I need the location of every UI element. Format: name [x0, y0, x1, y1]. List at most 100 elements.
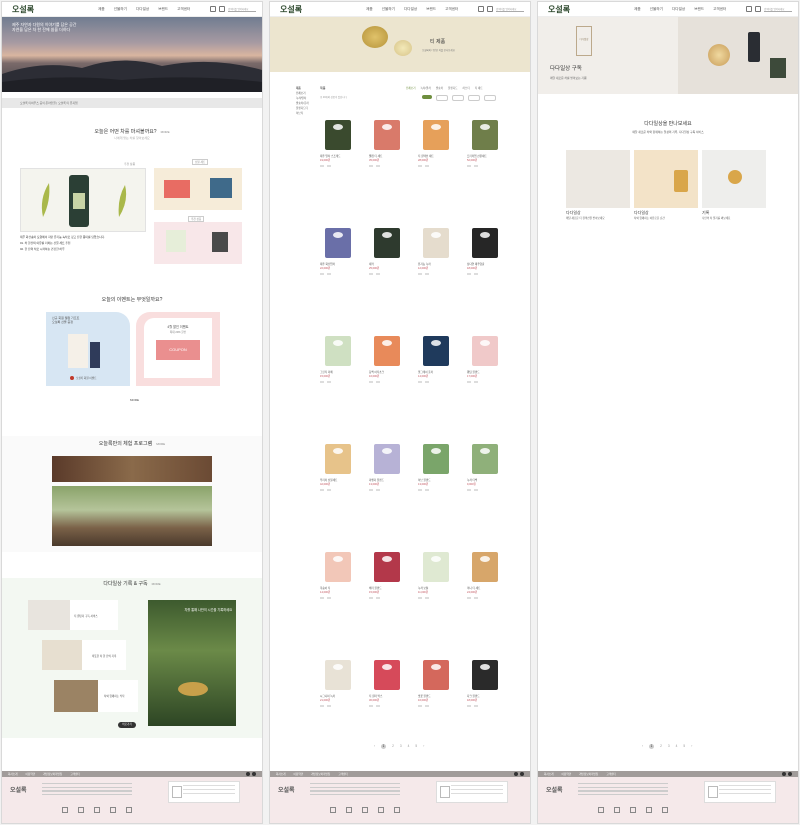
logo[interactable]: 오설록	[12, 4, 34, 15]
heart-icon[interactable]	[467, 489, 471, 492]
page-number[interactable]: 4	[408, 744, 410, 749]
product-image[interactable]	[472, 228, 498, 258]
heart-icon[interactable]	[418, 597, 422, 600]
footer-link[interactable]: 이용약관	[26, 772, 36, 776]
youtube-icon[interactable]	[788, 772, 792, 776]
search-icon[interactable]	[746, 6, 752, 12]
program-image[interactable]	[52, 456, 212, 482]
product-card[interactable]: 유기농 녹차 12,000원	[418, 218, 454, 326]
product-card[interactable]: 벚꽃 블렌드 16,000원	[418, 650, 454, 758]
record-card[interactable]: 티 캘린더 구독 서비스	[28, 600, 118, 630]
product-image[interactable]	[325, 552, 351, 582]
cart-icon[interactable]	[425, 489, 429, 492]
nav-item[interactable]: 선물하기	[382, 7, 395, 12]
subscription-card[interactable]: 기록 나만의 차 일기를 써보세요	[702, 150, 766, 224]
product-card[interactable]: 베리 블렌드 15,000원	[369, 542, 405, 650]
product-image[interactable]	[423, 120, 449, 150]
heart-icon[interactable]	[320, 489, 324, 492]
cart-icon[interactable]	[425, 597, 429, 600]
heart-icon[interactable]	[320, 165, 324, 168]
footer-link[interactable]: 고객센터	[338, 772, 348, 776]
cart-icon[interactable]	[474, 165, 478, 168]
heart-icon[interactable]	[369, 489, 373, 492]
product-image[interactable]	[325, 444, 351, 474]
cart-icon[interactable]	[474, 705, 478, 708]
product-card[interactable]: 티 컬렉션 세트 28,000원	[418, 110, 454, 218]
cart-icon[interactable]	[376, 273, 380, 276]
heart-icon[interactable]	[467, 165, 471, 168]
product-image[interactable]	[423, 444, 449, 474]
product-image[interactable]	[423, 552, 449, 582]
gift-set-card[interactable]	[154, 168, 242, 210]
product-image[interactable]	[423, 228, 449, 258]
cart-icon[interactable]	[219, 6, 225, 12]
tab[interactable]: 블렌디드	[448, 86, 458, 90]
nav-item[interactable]: 선물하기	[114, 7, 127, 12]
cart-icon[interactable]	[474, 381, 478, 384]
heart-icon[interactable]	[418, 705, 422, 708]
search-input[interactable]: 검색어를 입력하세요	[764, 7, 792, 12]
tab[interactable]: 전체보기	[406, 86, 416, 90]
page-number[interactable]: 2	[392, 744, 394, 749]
more-link[interactable]: MORE	[152, 582, 161, 586]
nav-item[interactable]: 고객센터	[445, 7, 458, 12]
cart-icon[interactable]	[376, 489, 380, 492]
footer-link[interactable]: 회사소개	[276, 772, 286, 776]
cart-icon[interactable]	[755, 6, 761, 12]
subscribe-image[interactable]: 차를 통해 나만의 시간을 기록하세요	[148, 600, 236, 726]
heart-icon[interactable]	[369, 165, 373, 168]
product-card[interactable]: 시그니처 녹차 21,000원	[320, 650, 356, 758]
nav-item[interactable]: 제품	[98, 7, 105, 12]
record-card[interactable]: 차와 함께하는 식탁	[54, 680, 138, 712]
product-image[interactable]	[325, 228, 351, 258]
more-link[interactable]: MORE	[161, 130, 170, 134]
product-card[interactable]: 다크 블렌드 18,000원	[467, 650, 503, 758]
cart-icon[interactable]	[327, 273, 331, 276]
footer-link[interactable]: 개인정보처리방침	[43, 772, 62, 776]
cart-icon[interactable]	[376, 165, 380, 168]
product-card[interactable]: 녹차 보틀 11,000원	[418, 542, 454, 650]
cart-icon[interactable]	[327, 489, 331, 492]
subscription-card[interactable]: 다다일상 차와 함께하는 여유로운 순간	[634, 150, 698, 224]
page-number[interactable]: 1	[381, 744, 387, 749]
coupon-card[interactable]: 4월 할인 이벤트 최대 20% 할인 COUPON	[136, 312, 220, 386]
subscription-card[interactable]: 다다일상 매달 새로운 티 컬렉션을 받아보세요	[566, 150, 630, 224]
cart-icon[interactable]	[327, 165, 331, 168]
product-card[interactable]: 세작 25,000원	[369, 218, 405, 326]
youtube-icon[interactable]	[252, 772, 256, 776]
cart-icon[interactable]	[425, 273, 429, 276]
filter-chip[interactable]	[468, 95, 480, 101]
footer-link[interactable]: 개인정보처리방침	[579, 772, 598, 776]
page-number[interactable]: 4	[676, 744, 678, 749]
product-card[interactable]: 동백 아티초크 16,000원	[369, 326, 405, 434]
heart-icon[interactable]	[418, 381, 422, 384]
product-image[interactable]	[325, 660, 351, 690]
nav-item[interactable]: 제품	[366, 7, 373, 12]
sidebar-item[interactable]: 허브티	[296, 111, 316, 116]
heart-icon[interactable]	[467, 381, 471, 384]
product-card[interactable]: 웨딩 블렌드 17,000원	[467, 326, 503, 434]
heart-icon[interactable]	[320, 597, 324, 600]
heart-icon[interactable]	[320, 705, 324, 708]
product-card[interactable]: 그린티 라떼 15,000원	[320, 326, 356, 434]
footer-link[interactable]: 이용약관	[294, 772, 304, 776]
cart-icon[interactable]	[376, 705, 380, 708]
heart-icon[interactable]	[320, 273, 324, 276]
product-image[interactable]	[374, 552, 400, 582]
product-card[interactable]: 제주 말차 스프레드 19,000원	[320, 110, 356, 218]
cart-icon[interactable]	[425, 381, 429, 384]
cart-icon[interactable]	[327, 705, 331, 708]
product-card[interactable]: 프리미엄 선물세트 52,000원	[467, 110, 503, 218]
product-image[interactable]	[374, 336, 400, 366]
product-image[interactable]	[472, 660, 498, 690]
cart-icon[interactable]	[474, 489, 478, 492]
page-number[interactable]: 3	[668, 744, 670, 749]
product-image[interactable]	[374, 120, 400, 150]
tab[interactable]: 티 세트	[475, 86, 483, 90]
product-card[interactable]: 녹차 티백 9,000원	[467, 434, 503, 542]
footer-link[interactable]: 고객센터	[70, 772, 80, 776]
page-number[interactable]: 2	[660, 744, 662, 749]
event-card[interactable]: 신규 회원 웰컴 기프트 오설록 선물 증정 오설록 회원 이벤트	[46, 312, 130, 386]
nav-item[interactable]: 다다일상	[136, 7, 149, 12]
product-image[interactable]	[472, 120, 498, 150]
